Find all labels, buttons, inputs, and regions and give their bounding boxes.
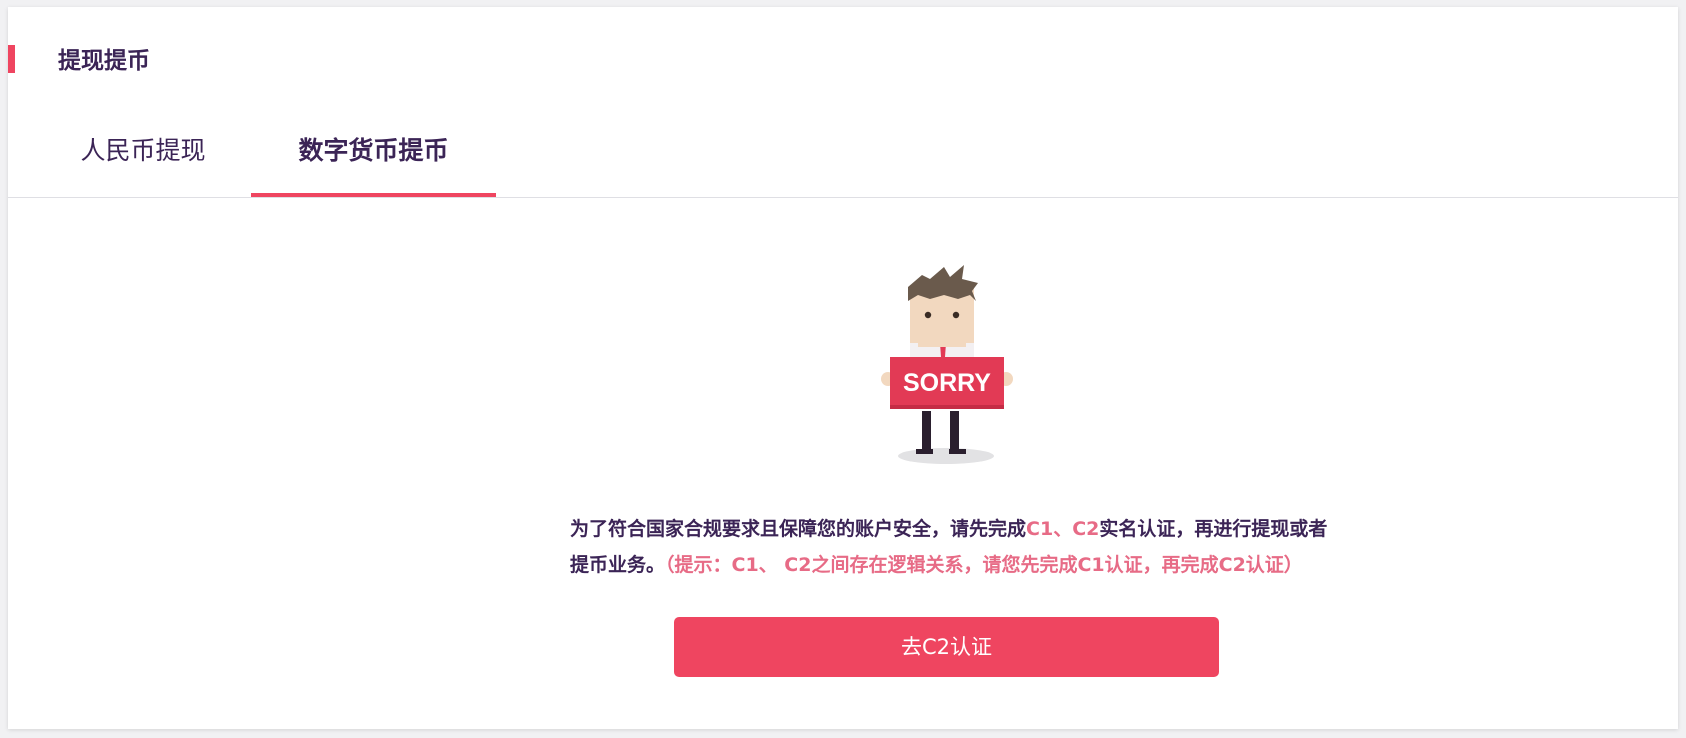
tab-bar: 人民币提现 数字货币提币 [8,107,1678,198]
kyc-required-message: 为了符合国家合规要求且保障您的账户安全，请先完成C1、C2实名认证，再进行提现或… [570,511,1330,583]
sorry-man-icon: SORRY [881,265,1013,464]
tab-crypto-withdraw[interactable]: 数字货币提币 [251,107,496,197]
c1-highlight: C1 [1026,518,1054,540]
sorry-sign-text: SORRY [903,369,991,397]
tab-rmb-withdraw[interactable]: 人民币提现 [48,107,238,197]
c2-highlight: C2 [1072,518,1100,540]
hint-text: （提示：C1、 C2之间存在逻辑关系，请您先完成C1认证，再完成C2认证） [665,554,1303,576]
title-accent-bar [8,45,15,73]
separator: 、 [1053,518,1073,540]
page-title: 提现提币 [58,48,150,74]
message-part1: 为了符合国家合规要求且保障您的账户安全，请先完成 [570,518,1027,540]
go-c2-verify-button[interactable]: 去C2认证 [674,617,1219,677]
active-tab-indicator [251,193,496,197]
withdraw-panel: 提现提币 人民币提现 数字货币提币 SORRY 为了符合国家合规要求且保障您的账… [8,7,1678,729]
